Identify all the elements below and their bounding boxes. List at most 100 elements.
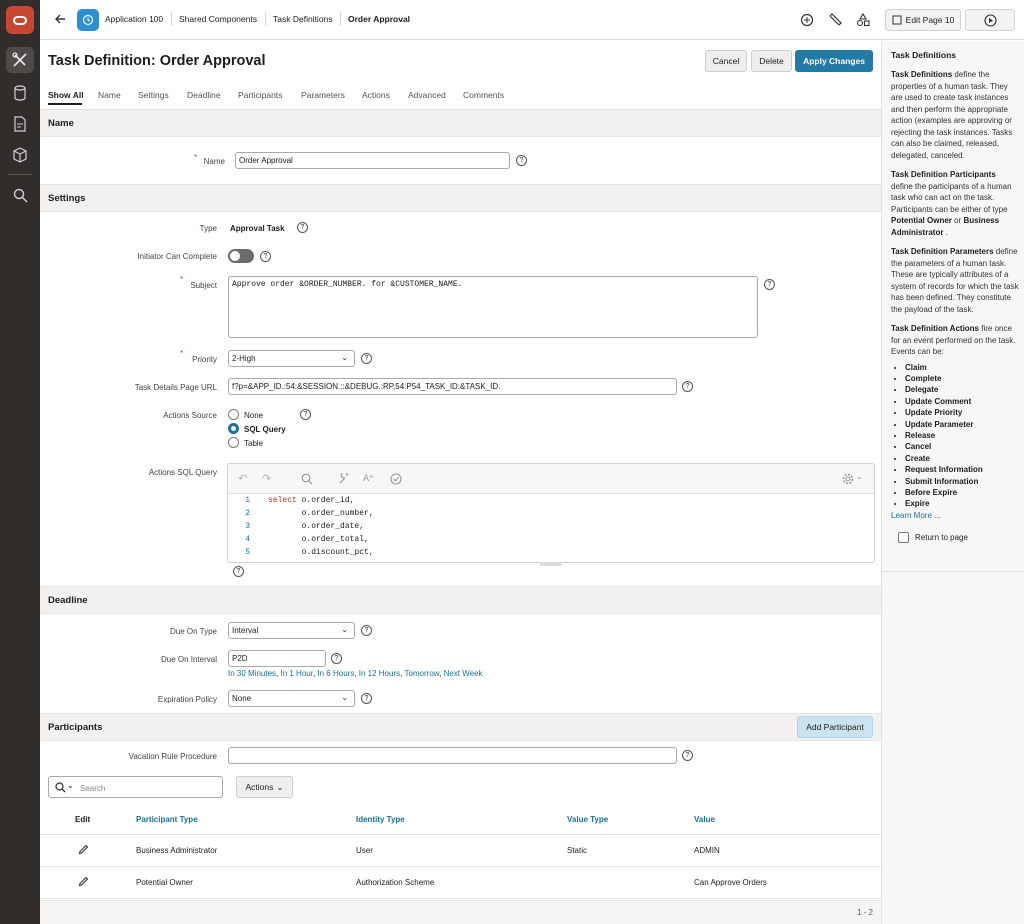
- tab-actions[interactable]: Actions: [362, 90, 390, 100]
- quick-pick-30-minutes[interactable]: In 30 Minutes: [228, 669, 276, 678]
- database-icon[interactable]: [6, 80, 34, 106]
- breadcrumb-task-definitions[interactable]: Task Definitions: [273, 14, 333, 24]
- help-icon[interactable]: ?: [682, 750, 693, 761]
- editor-resize-handle[interactable]: [540, 562, 562, 566]
- radio-none[interactable]: [228, 409, 239, 420]
- list-item: Create: [905, 453, 1019, 464]
- search-icon[interactable]: [301, 473, 313, 485]
- quick-picks: In 30 Minutes, In 1 Hour, In 6 Hours, In…: [228, 669, 483, 678]
- vacation-rule-input[interactable]: [228, 747, 677, 764]
- package-icon[interactable]: [6, 142, 34, 168]
- initiator-can-complete-toggle[interactable]: [228, 249, 254, 263]
- run-page-button[interactable]: [965, 9, 1015, 31]
- shapes-icon[interactable]: [856, 12, 870, 29]
- column-header-participant-type[interactable]: Participant Type: [136, 806, 356, 835]
- tab-settings[interactable]: Settings: [138, 90, 169, 100]
- quick-pick-tomorrow[interactable]: Tomorrow: [404, 669, 439, 678]
- undo-icon[interactable]: ↶: [238, 472, 247, 485]
- priority-select[interactable]: 2-High ⌄: [228, 350, 355, 367]
- quick-pick-6-hours[interactable]: In 6 Hours: [317, 669, 354, 678]
- quick-pick-12-hours[interactable]: In 12 Hours: [359, 669, 400, 678]
- app-icon[interactable]: [77, 9, 99, 31]
- column-header-edit: Edit: [40, 806, 136, 835]
- help-icon[interactable]: ?: [331, 653, 342, 664]
- name-input[interactable]: Order Approval: [235, 152, 510, 169]
- chevron-down-icon[interactable]: ⌄: [856, 472, 863, 481]
- oracle-logo[interactable]: [6, 6, 34, 34]
- due-on-interval-input[interactable]: P2D: [228, 650, 326, 667]
- add-participant-button[interactable]: Add Participant: [797, 716, 873, 738]
- list-item: Update Comment: [905, 396, 1019, 407]
- initiator-can-complete-label: Initiator Can Complete: [137, 252, 217, 261]
- tab-name[interactable]: Name: [98, 90, 121, 100]
- search-icon[interactable]: [6, 182, 34, 208]
- tab-show-all[interactable]: Show All: [48, 90, 84, 100]
- quick-pick-1-hour[interactable]: In 1 Hour: [280, 669, 312, 678]
- help-icon[interactable]: ?: [297, 222, 308, 233]
- participant-type-cell: Potential Owner: [136, 866, 356, 899]
- delete-button[interactable]: Delete: [751, 50, 792, 72]
- quick-pick-next-week[interactable]: Next Week: [444, 669, 483, 678]
- edit-cell[interactable]: [40, 834, 136, 867]
- help-icon[interactable]: ?: [300, 409, 311, 420]
- value-cell: Can Approve Orders: [694, 866, 881, 899]
- chat-icon[interactable]: [800, 13, 814, 29]
- subject-textarea[interactable]: Approve order &ORDER_NUMBER. for &CUSTOM…: [228, 276, 758, 338]
- wrench-icon[interactable]: [338, 473, 350, 485]
- help-icon[interactable]: ?: [361, 625, 372, 636]
- due-on-interval-label: Due On Interval: [160, 655, 217, 664]
- chevron-down-icon[interactable]: ⌄: [67, 781, 74, 790]
- column-header-identity-type[interactable]: Identity Type: [356, 806, 567, 835]
- validate-icon[interactable]: [390, 473, 402, 485]
- help-icon[interactable]: ?: [260, 251, 271, 262]
- list-item: Delegate: [905, 384, 1019, 395]
- breadcrumb-shared-components[interactable]: Shared Components: [179, 14, 257, 24]
- apply-changes-button[interactable]: Apply Changes: [795, 50, 873, 72]
- expiration-policy-value: None: [232, 694, 252, 703]
- radio-sql-query[interactable]: [228, 423, 239, 434]
- help-icon[interactable]: ?: [516, 155, 527, 166]
- document-icon[interactable]: [6, 111, 34, 137]
- due-on-type-select[interactable]: Interval ⌄: [228, 622, 355, 639]
- learn-more-link[interactable]: Learn More ...: [891, 511, 1019, 520]
- edit-page-button[interactable]: Edit Page 10: [885, 9, 961, 31]
- tab-participants[interactable]: Participants: [238, 90, 282, 100]
- code-editor[interactable]: ↶ ↷ A⁼ ⌄ 1 select o.order_id, 2 o.order_…: [227, 463, 875, 563]
- actions-menu-button[interactable]: Actions ⌄: [236, 776, 293, 798]
- format-icon[interactable]: A⁼: [363, 473, 374, 484]
- help-icon[interactable]: ?: [361, 693, 372, 704]
- redo-icon[interactable]: ↷: [262, 472, 271, 485]
- type-label: Type: [199, 224, 217, 233]
- column-header-value-type[interactable]: Value Type: [567, 806, 694, 835]
- edit-cell[interactable]: [40, 866, 136, 899]
- back-arrow-icon[interactable]: [54, 13, 66, 27]
- help-icon[interactable]: ?: [233, 566, 244, 577]
- cancel-button[interactable]: Cancel: [705, 50, 747, 72]
- gear-icon[interactable]: [842, 473, 854, 485]
- breadcrumb-application[interactable]: Application 100: [105, 14, 163, 24]
- expiration-policy-select[interactable]: None ⌄: [228, 690, 355, 707]
- task-details-url-input[interactable]: f?p=&APP_ID.:54:&SESSION.::&DEBUG.:RP,54…: [228, 378, 677, 395]
- tab-parameters[interactable]: Parameters: [301, 90, 345, 100]
- participant-type-cell: Business Administrator: [136, 834, 356, 867]
- pencil-icon[interactable]: [78, 844, 89, 855]
- column-header-value[interactable]: Value: [694, 806, 881, 835]
- edit-pen-icon[interactable]: [828, 13, 842, 29]
- code-line: o.discount_pct,: [268, 548, 374, 557]
- search-field[interactable]: ⌄ Search: [48, 776, 223, 798]
- tab-advanced[interactable]: Advanced: [408, 90, 446, 100]
- subject-label: Subject: [190, 281, 217, 290]
- table-row: Business Administrator User Static ADMIN: [40, 834, 881, 867]
- return-to-page-checkbox[interactable]: [898, 531, 909, 543]
- radio-table[interactable]: [228, 437, 239, 448]
- tools-icon[interactable]: [6, 47, 34, 73]
- tab-comments[interactable]: Comments: [463, 90, 504, 100]
- tab-deadline[interactable]: Deadline: [187, 90, 221, 100]
- help-icon[interactable]: ?: [361, 353, 372, 364]
- pencil-icon[interactable]: [78, 876, 89, 887]
- value-type-cell: Static: [567, 834, 694, 867]
- help-icon[interactable]: ?: [682, 381, 693, 392]
- code-area[interactable]: 1 select o.order_id, 2 o.order_number, 3…: [228, 495, 874, 562]
- help-icon[interactable]: ?: [764, 279, 775, 290]
- table-footer: 1 - 2: [40, 900, 881, 924]
